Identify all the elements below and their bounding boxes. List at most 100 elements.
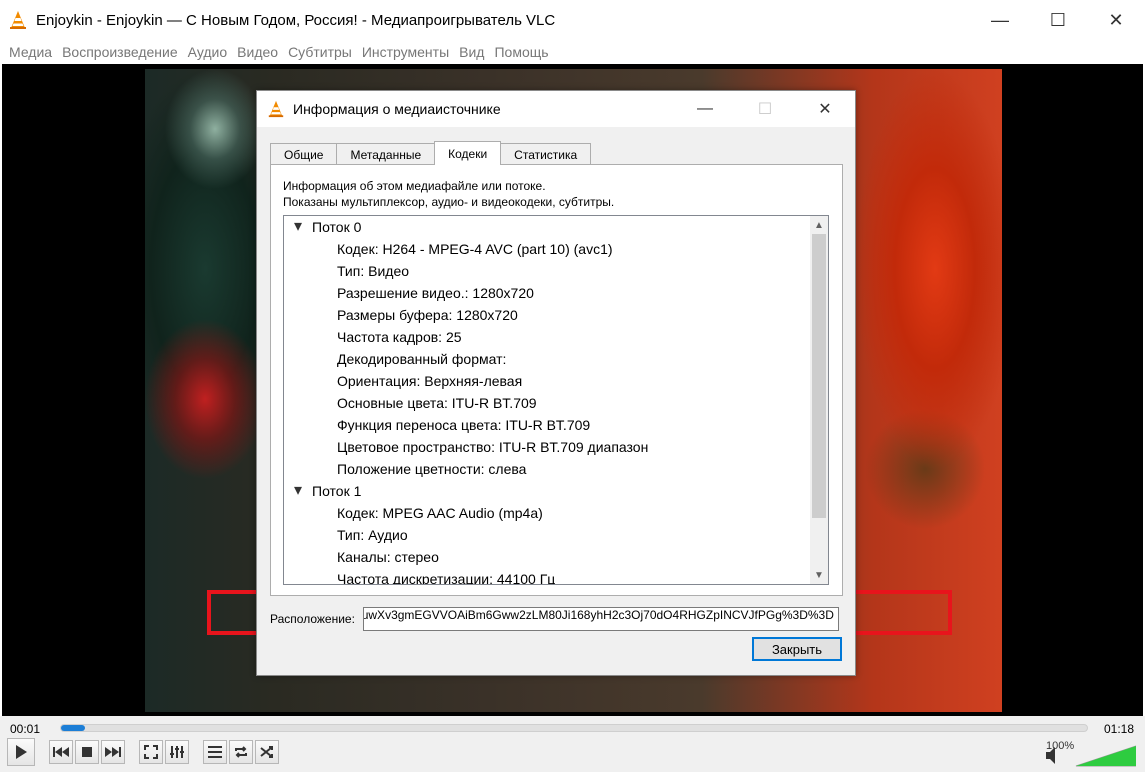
volume-label: 100% [1046,740,1075,752]
tree-property-node[interactable]: Функция переноса цвета: ITU-R BT.709 [284,414,810,436]
current-time: 00:01 [10,722,41,736]
loop-icon [235,746,247,758]
codecs-panel: Информация об этом медиафайле или потоке… [270,164,843,596]
menu-video[interactable]: Видео [232,44,283,60]
menu-subtitles[interactable]: Субтитры [283,44,357,60]
shuffle-button[interactable] [255,740,279,764]
maximize-icon: ☐ [1049,9,1067,30]
playlist-button[interactable] [203,740,227,764]
tree-node-label: Частота дискретизации: 44100 Гц [337,571,556,584]
dialog-title: Информация о медиаисточнике [293,101,501,117]
tree-node-label: Размеры буфера: 1280x720 [337,307,518,323]
location-label: Расположение: [270,612,355,626]
tree-property-node[interactable]: Размеры буфера: 1280x720 [284,304,810,326]
scroll-up-icon[interactable]: ▲ [810,216,828,234]
close-window-button[interactable]: ✕ [1087,0,1145,40]
chevron-down-icon[interactable]: ▾ [290,216,306,238]
tab-metadata[interactable]: Метаданные [336,143,436,165]
minimize-icon: — [991,9,1009,30]
menu-view[interactable]: Вид [454,44,489,60]
tree-stream-node[interactable]: ▾ Поток 0 [284,216,810,238]
window-title: Enjoykin - Enjoykin — С Новым Годом, Рос… [36,11,556,29]
tree-node-label: Функция переноса цвета: ITU-R BT.709 [337,417,591,433]
tree-property-node[interactable]: Ориентация: Верхняя-левая [284,370,810,392]
tree-property-node[interactable]: Цветовое пространство: ITU-R BT.709 диап… [284,436,810,458]
tree-node-label: Кодек: H264 - MPEG-4 AVC (part 10) (avc1… [337,241,613,257]
previous-button[interactable] [49,740,73,764]
tree-property-node[interactable]: Разрешение видео.: 1280x720 [284,282,810,304]
extended-settings-button[interactable] [165,740,189,764]
tree-node-label: Цветовое пространство: ITU-R BT.709 диап… [337,439,649,455]
tree-node-label: Декодированный формат: [337,351,507,367]
fullscreen-icon [144,745,158,759]
next-icon [105,747,121,757]
description-line-1: Информация об этом медиафайле или потоке… [283,179,546,193]
seek-bar[interactable] [60,724,1088,732]
close-icon: ✕ [818,101,832,118]
close-dialog-button[interactable]: Закрыть [752,637,842,661]
media-info-dialog: Информация о медиаисточнике — ☐ ✕ Общие … [256,90,856,676]
tab-codecs[interactable]: Кодеки [434,141,502,165]
tree-property-node[interactable]: Кодек: MPEG AAC Audio (mp4a) [284,502,810,524]
play-icon [16,745,27,759]
menu-tools[interactable]: Инструменты [357,44,454,60]
tree-stream-node[interactable]: ▾ Поток 1 [284,480,810,502]
stop-button[interactable] [75,740,99,764]
menu-help[interactable]: Помощь [489,44,553,60]
location-field[interactable]: uwXv3gmEGVVOAiBm6Gww2zLM80Ji168yhH2c3Oj7… [362,607,839,631]
tree-property-node[interactable]: Частота дискретизации: 44100 Гц [284,568,810,584]
minimize-icon: — [697,100,713,117]
tree-property-node[interactable]: Тип: Видео [284,260,810,282]
next-button[interactable] [101,740,125,764]
stop-icon [82,747,92,757]
close-icon: ✕ [1108,9,1124,30]
tree-property-node[interactable]: Положение цветности: слева [284,458,810,480]
maximize-button[interactable]: ☐ [1029,0,1087,40]
menu-audio[interactable]: Аудио [183,44,233,60]
loop-button[interactable] [229,740,253,764]
dialog-tabs: Общие Метаданные Кодеки Статистика [270,141,592,165]
vlc-cone-icon [10,11,26,29]
tree-node-label: Основные цвета: ITU-R BT.709 [337,395,537,411]
tree-property-node[interactable]: Тип: Аудио [284,524,810,546]
menu-playback[interactable]: Воспроизведение [57,44,183,60]
codec-tree[interactable]: ▾ Поток 0 Кодек: H264 - MPEG-4 AVC (part 1… [283,215,829,585]
tree-property-node[interactable]: Каналы: стерео [284,546,810,568]
menu-media[interactable]: Медиа [4,44,57,60]
volume-control[interactable]: 100% [1046,740,1137,771]
codecs-description: Информация об этом медиафайле или потоке… [283,178,614,210]
shuffle-icon [260,746,273,758]
tree-node-label: Ориентация: Верхняя-левая [337,373,523,389]
location-row: Расположение: uwXv3gmEGVVOAiBm6Gww2zLM80… [270,606,843,632]
tree-node-label: Положение цветности: слева [337,461,527,477]
previous-icon [53,747,69,757]
scroll-down-icon[interactable]: ▼ [810,566,828,584]
tab-statistics[interactable]: Статистика [500,143,592,165]
player-controls: 00:01 01:18 [0,716,1145,772]
tree-node-label: Поток 0 [312,219,362,235]
tree-node-label: Кодек: MPEG AAC Audio (mp4a) [337,505,543,521]
scrollbar-thumb[interactable] [812,234,826,518]
chevron-down-icon[interactable]: ▾ [290,480,306,502]
tab-general[interactable]: Общие [270,143,338,165]
tree-scrollbar[interactable]: ▲ ▼ [810,216,828,584]
tree-property-node[interactable]: Декодированный формат: [284,348,810,370]
location-value: uwXv3gmEGVVOAiBm6Gww2zLM80Ji168yhH2c3Oj7… [362,608,834,622]
tree-property-node[interactable]: Основные цвета: ITU-R BT.709 [284,392,810,414]
description-line-2: Показаны мультиплексор, аудио- и видеоко… [283,195,615,209]
menu-bar: Медиа Воспроизведение Аудио Видео Субтит… [0,40,1145,64]
fullscreen-button[interactable] [139,740,163,764]
dialog-close-button[interactable]: ✕ [795,91,855,127]
tree-node-label: Разрешение видео.: 1280x720 [337,285,534,301]
dialog-minimize-button[interactable]: — [675,91,735,127]
tree-property-node[interactable]: Частота кадров: 25 [284,326,810,348]
minimize-button[interactable]: — [971,0,1029,40]
play-button[interactable] [7,738,35,766]
dialog-titlebar: Информация о медиаисточнике — ☐ ✕ [257,91,855,127]
playlist-icon [208,746,222,758]
tree-property-node[interactable]: Кодек: H264 - MPEG-4 AVC (part 10) (avc1… [284,238,810,260]
tree-node-label: Каналы: стерео [337,549,439,565]
maximize-icon: ☐ [757,101,773,118]
volume-fill [1076,746,1136,766]
window-titlebar: Enjoykin - Enjoykin — С Новым Годом, Рос… [0,0,1145,40]
